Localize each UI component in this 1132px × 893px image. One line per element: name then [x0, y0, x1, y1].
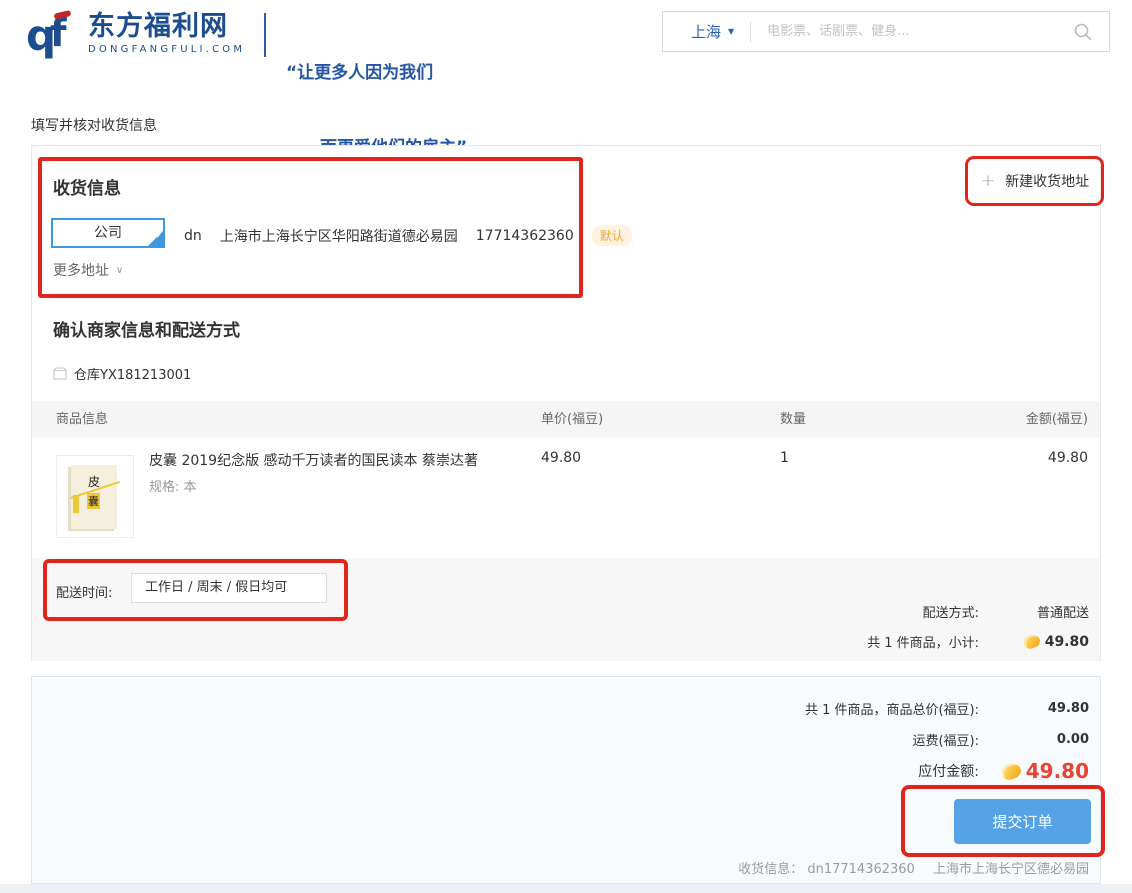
footer-address: 上海市上海长宁区德必易园 — [933, 862, 1089, 877]
shipping-fee-row: 运费(福豆): 0.00 — [912, 730, 1089, 749]
search-icon[interactable] — [1073, 22, 1093, 42]
payable-row: 应付金额: 49.80 — [918, 759, 1089, 783]
payable-value: 49.80 — [1026, 759, 1089, 783]
logo-domain: DONGFANGFULI.COM — [88, 44, 245, 55]
delivery-method-value: 普通配送 — [979, 602, 1089, 621]
new-address-button[interactable]: + 新建收货地址 — [976, 166, 1094, 196]
delivery-time-select[interactable]: 工作日 / 周末 / 假日均可 — [131, 573, 327, 603]
product-unit-price: 49.80 — [541, 450, 581, 466]
chevron-down-icon: ▼ — [728, 27, 734, 36]
subtotal-row: 共 1 件商品，小计: 49.80 — [867, 632, 1089, 651]
address-tag-button[interactable]: 公司 ✓ — [51, 218, 165, 248]
city-label: 上海 — [691, 21, 721, 42]
delivery-method-label: 配送方式: — [923, 602, 979, 621]
total-price-row: 共 1 件商品，商品总价(福豆): 49.80 — [805, 699, 1089, 718]
site-header: q f 东方福利网 DONGFANGFULI.COM “让更多人因为我们 而更爱… — [0, 0, 1132, 96]
product-title[interactable]: 皮囊 2019纪念版 感动千万读者的国民读本 蔡崇达著 — [149, 450, 549, 470]
shipping-fee-label: 运费(福豆): — [912, 730, 979, 749]
warehouse-name: 仓库YX181213001 — [74, 364, 191, 383]
page-title: 填写并核对收货信息 — [31, 115, 157, 135]
default-badge: 默认 — [592, 225, 632, 246]
table-row: 皮 囊 皮囊 2019纪念版 感动千万读者的国民读本 蔡崇达著 规格: 本 49… — [32, 438, 1100, 558]
col-amount: 金额(福豆) — [1026, 401, 1088, 438]
product-image[interactable]: 皮 囊 — [56, 455, 134, 538]
product-amount: 49.80 — [1048, 450, 1088, 466]
merchant-section-title: 确认商家信息和配送方式 — [53, 316, 240, 341]
order-card: 收货信息 + 新建收货地址 公司 ✓ dn 上海市上海长宁区华阳路街道德必易园 … — [31, 145, 1101, 661]
more-addresses-toggle[interactable]: 更多地址 ∨ — [53, 260, 123, 280]
phone-number: 17714362360 — [476, 228, 574, 244]
address-text: 上海市上海长宁区华阳路街道德必易园 — [220, 226, 458, 246]
warehouse-row: 仓库YX181213001 — [53, 364, 191, 383]
delivery-time-label: 配送时间: — [56, 582, 112, 601]
city-select[interactable]: 上海 ▼ — [663, 21, 750, 42]
summary-footer: 收货信息： dn17714362360 上海市上海长宁区德必易园 — [738, 858, 1089, 877]
product-quantity: 1 — [780, 450, 789, 466]
logo-name: 东方福利网 — [88, 12, 245, 42]
search-box: 上海 ▼ — [662, 11, 1110, 52]
logo-mark-icon: q f — [26, 10, 82, 60]
shipping-fee-value: 0.00 — [979, 732, 1089, 747]
address-row[interactable]: dn 上海市上海长宁区华阳路街道德必易园 17714362360 默认 — [184, 225, 632, 246]
chevron-down-icon: ∨ — [116, 265, 123, 276]
payable-label: 应付金额: — [918, 761, 979, 781]
col-unit-price: 单价(福豆) — [541, 401, 603, 438]
book-cover: 皮 囊 — [71, 465, 117, 529]
search-input[interactable] — [751, 24, 1073, 39]
plus-icon: + — [981, 171, 995, 191]
footer-contact: dn17714362360 — [807, 862, 914, 877]
summary-panel: 共 1 件商品，商品总价(福豆): 49.80 运费(福豆): 0.00 应付金… — [31, 676, 1101, 884]
delivery-method-row: 配送方式: 普通配送 — [923, 602, 1089, 621]
recipient-name: dn — [184, 228, 202, 244]
footer-label: 收货信息： — [738, 862, 803, 877]
delivery-section: 配送时间: 工作日 / 周末 / 假日均可 配送方式: 普通配送 共 1 件商品… — [32, 558, 1100, 661]
bean-coin-icon — [1022, 633, 1041, 649]
site-logo[interactable]: q f 东方福利网 DONGFANGFULI.COM — [26, 10, 245, 60]
check-icon: ✓ — [155, 223, 163, 249]
subtotal-value: 49.80 — [1045, 634, 1089, 650]
col-product-info: 商品信息 — [56, 401, 108, 438]
header-divider — [264, 13, 266, 57]
page-footer-strip — [0, 884, 1132, 893]
submit-order-button[interactable]: 提交订单 — [954, 799, 1091, 844]
total-price-label: 共 1 件商品，商品总价(福豆): — [805, 699, 979, 718]
bean-coin-icon — [1000, 761, 1022, 780]
shipping-section-title: 收货信息 — [53, 174, 121, 199]
total-price-value: 49.80 — [979, 701, 1089, 716]
col-quantity: 数量 — [780, 401, 806, 438]
items-table-header: 商品信息 单价(福豆) 数量 金额(福豆) — [32, 401, 1100, 438]
product-spec: 规格: 本 — [149, 476, 197, 495]
warehouse-icon — [53, 367, 67, 380]
subtotal-label: 共 1 件商品，小计: — [867, 632, 979, 651]
